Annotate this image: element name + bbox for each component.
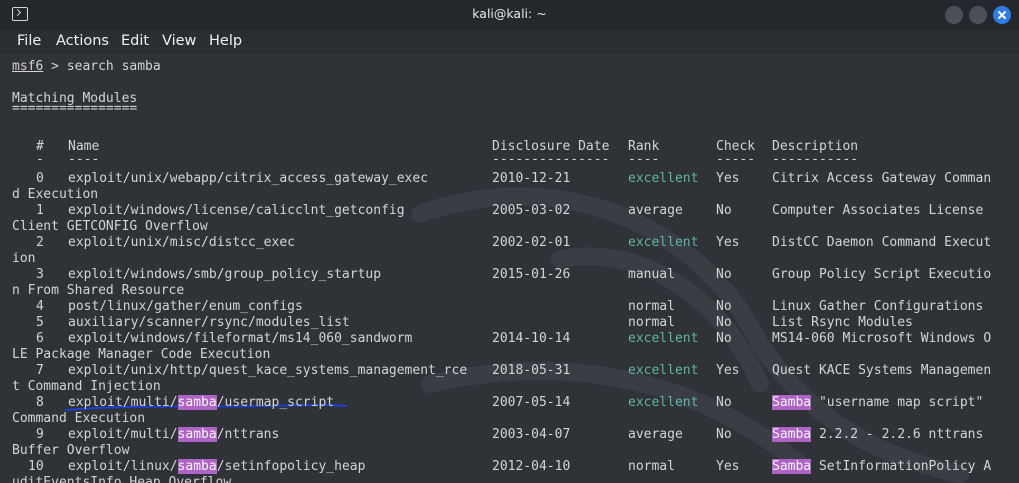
rank: excellent: [628, 235, 699, 250]
check: Yes: [716, 171, 740, 186]
description-wrap: d Execution: [12, 187, 99, 202]
search-match-highlight: samba: [177, 459, 217, 474]
row-number: 5: [36, 315, 44, 330]
disclosure-date: 2015-01-26: [492, 267, 571, 282]
description: MS14-060 Microsoft Windows O: [772, 331, 992, 346]
check: Yes: [716, 363, 740, 378]
row-number: 4: [36, 299, 44, 314]
search-match-highlight: Samba: [772, 395, 812, 410]
check: No: [716, 299, 732, 314]
row-number: 0: [36, 171, 44, 186]
row-number: 3: [36, 267, 44, 282]
description: Quest KACE Systems Managemen: [772, 363, 992, 378]
disclosure-date: 2005-03-02: [492, 203, 571, 218]
search-match-highlight: Samba: [772, 427, 812, 442]
description: DistCC Daemon Command Execut: [772, 235, 992, 250]
module-name: exploit/windows/license/calicclnt_getcon…: [68, 203, 405, 218]
menu-bar: File Actions Edit View Help: [0, 30, 1019, 54]
description-wrap: LE Package Manager Code Execution: [12, 347, 271, 362]
row-number: 2: [36, 235, 44, 250]
menu-actions[interactable]: Actions: [56, 33, 109, 49]
search-match-highlight: samba: [177, 395, 217, 410]
check: No: [716, 267, 732, 282]
description-wrap: Client GETCONFIG Overflow: [12, 219, 208, 234]
menu-edit[interactable]: Edit: [121, 33, 149, 49]
module-name: post/linux/gather/enum_configs: [68, 299, 303, 314]
rank: excellent: [628, 171, 699, 186]
menu-help[interactable]: Help: [209, 33, 242, 49]
rank: normal: [628, 459, 675, 474]
terminal-window: kali@kali: ~ File Actions Edit View Help…: [0, 0, 1019, 483]
disclosure-date: 2003-04-07: [492, 427, 571, 442]
module-name: exploit/unix/webapp/citrix_access_gatewa…: [68, 171, 429, 186]
description: Linux Gather Configurations: [772, 299, 984, 314]
module-name: exploit/unix/http/quest_kace_systems_man…: [68, 363, 468, 378]
description: Group Policy Script Executio: [772, 267, 992, 282]
check: Yes: [716, 459, 740, 474]
row-number: 7: [36, 363, 44, 378]
row-number: 1: [36, 203, 44, 218]
minimize-button[interactable]: [945, 6, 963, 24]
check: No: [716, 203, 732, 218]
description-wrap: uditEventsInfo Heap Overflow: [12, 475, 232, 483]
menu-view[interactable]: View: [162, 33, 196, 49]
search-match-highlight: Samba: [772, 459, 812, 474]
check: Yes: [716, 235, 740, 250]
module-name: exploit/linux/samba/setinfopolicy_heap: [68, 459, 366, 474]
title-bar[interactable]: kali@kali: ~: [0, 0, 1019, 30]
rank: excellent: [628, 363, 699, 378]
disclosure-date: 2012-04-10: [492, 459, 571, 474]
description: Computer Associates License: [772, 203, 984, 218]
rank: excellent: [628, 331, 699, 346]
check: No: [716, 331, 732, 346]
rank: average: [628, 427, 683, 442]
disclosure-date: 2007-05-14: [492, 395, 571, 410]
description-wrap: t Command Injection: [12, 379, 161, 394]
menu-file[interactable]: File: [17, 33, 41, 49]
module-name: exploit/multi/samba/usermap_script: [68, 395, 335, 410]
description: Samba "username map script": [772, 395, 984, 410]
description: Citrix Access Gateway Comman: [772, 171, 992, 186]
rank: manual: [628, 267, 675, 282]
search-match-highlight: samba: [177, 427, 217, 442]
window-title: kali@kali: ~: [472, 6, 547, 21]
description: Samba SetInformationPolicy A: [772, 459, 992, 474]
module-name: exploit/unix/misc/distcc_exec: [68, 235, 295, 250]
module-name: exploit/windows/smb/group_policy_startup: [68, 267, 382, 282]
description-wrap: n From Shared Resource: [12, 283, 185, 298]
description: List Rsync Modules: [772, 315, 913, 330]
maximize-button[interactable]: [969, 6, 987, 24]
check: No: [716, 427, 732, 442]
close-button[interactable]: [993, 6, 1011, 24]
check: No: [716, 315, 732, 330]
description-wrap: Command Execution: [12, 411, 146, 426]
module-name: exploit/multi/samba/nttrans: [68, 427, 280, 442]
description-wrap: Buffer Overflow: [12, 443, 130, 458]
check: No: [716, 395, 732, 410]
rank: excellent: [628, 395, 699, 410]
disclosure-date: 2002-02-01: [492, 235, 571, 250]
terminal-output[interactable]: msf6 > search samba Matching Modules ===…: [0, 54, 1019, 483]
module-name: auxiliary/scanner/rsync/modules_list: [68, 315, 350, 330]
row-number: 9: [36, 427, 44, 442]
row-number: 10: [28, 459, 44, 474]
row-number: 6: [36, 331, 44, 346]
disclosure-date: 2010-12-21: [492, 171, 571, 186]
disclosure-date: 2018-05-31: [492, 363, 571, 378]
rank: normal: [628, 299, 675, 314]
disclosure-date: 2014-10-14: [492, 331, 571, 346]
description: Samba 2.2.2 - 2.2.6 nttrans: [772, 427, 984, 442]
rank: normal: [628, 315, 675, 330]
row-number: 8: [36, 395, 44, 410]
description-wrap: ion: [12, 251, 36, 266]
rank: average: [628, 203, 683, 218]
module-name: exploit/windows/fileformat/ms14_060_sand…: [68, 331, 413, 346]
